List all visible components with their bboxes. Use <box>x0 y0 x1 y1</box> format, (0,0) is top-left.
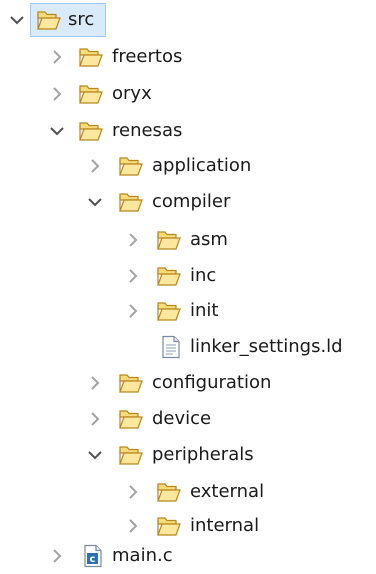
tree-item-label: oryx <box>112 83 152 104</box>
tree-row-src[interactable]: src <box>0 2 376 38</box>
folder-open-icon <box>119 446 143 465</box>
folder-icon <box>119 374 143 393</box>
tree-row-linker-settings[interactable]: linker_settings.ld <box>0 329 376 365</box>
folder-icon <box>119 157 143 176</box>
tree-row-init[interactable]: init <box>0 293 376 329</box>
tree-row-inc[interactable]: inc <box>0 258 376 294</box>
folder-icon <box>157 483 181 502</box>
folder-icon <box>157 267 181 286</box>
tree-item-label: asm <box>190 229 228 250</box>
folder-icon <box>79 48 103 67</box>
folder-icon <box>157 302 181 321</box>
chevron-down-icon[interactable] <box>48 122 66 140</box>
tree-row-external[interactable]: external <box>0 474 376 510</box>
folder-open-icon <box>119 193 143 212</box>
chevron-right-icon[interactable] <box>124 483 142 501</box>
tree-row-peripherals[interactable]: peripherals <box>0 437 376 473</box>
tree-item-label: configuration <box>152 372 272 393</box>
chevron-down-icon[interactable] <box>86 446 104 464</box>
folder-open-icon <box>79 122 103 141</box>
tree-item-label: freertos <box>112 46 183 67</box>
folder-icon <box>157 231 181 250</box>
chevron-right-icon[interactable] <box>86 374 104 392</box>
chevron-right-icon[interactable] <box>124 267 142 285</box>
folder-icon <box>119 410 143 429</box>
tree-item-label: linker_settings.ld <box>190 336 343 357</box>
tree-item-label: renesas <box>112 120 183 141</box>
project-explorer-tree: src freertos oryx renesas application co… <box>0 0 376 574</box>
c-source-file-icon: c <box>84 544 102 568</box>
chevron-down-icon[interactable] <box>8 11 26 29</box>
tree-item-label: peripherals <box>152 444 254 465</box>
chevron-right-icon[interactable] <box>48 48 66 66</box>
tree-row-main-c[interactable]: c main.c <box>0 538 376 574</box>
tree-row-freertos[interactable]: freertos <box>0 39 376 75</box>
tree-row-application[interactable]: application <box>0 148 376 184</box>
chevron-right-icon[interactable] <box>86 410 104 428</box>
chevron-right-icon[interactable] <box>124 302 142 320</box>
folder-open-icon <box>37 11 61 30</box>
tree-item-label: inc <box>190 265 217 286</box>
tree-item-label: external <box>190 481 265 502</box>
chevron-right-icon[interactable] <box>124 517 142 535</box>
tree-row-oryx[interactable]: oryx <box>0 76 376 112</box>
tree-row-device[interactable]: device <box>0 401 376 437</box>
chevron-right-icon[interactable] <box>48 85 66 103</box>
tree-item-label: init <box>190 300 219 321</box>
tree-item-label: application <box>152 155 252 176</box>
chevron-right-icon[interactable] <box>124 231 142 249</box>
chevron-right-icon[interactable] <box>86 157 104 175</box>
tree-row-renesas[interactable]: renesas <box>0 113 376 149</box>
tree-item-label: src <box>68 9 95 30</box>
svg-text:c: c <box>90 554 96 565</box>
folder-icon <box>79 85 103 104</box>
tree-item-label: device <box>152 408 212 429</box>
tree-row-compiler[interactable]: compiler <box>0 184 376 220</box>
folder-icon <box>157 517 181 536</box>
tree-item-label: main.c <box>112 545 173 566</box>
tree-row-asm[interactable]: asm <box>0 222 376 258</box>
chevron-down-icon[interactable] <box>86 193 104 211</box>
tree-item-label: compiler <box>152 191 231 212</box>
text-file-icon <box>162 335 180 359</box>
tree-row-configuration[interactable]: configuration <box>0 365 376 401</box>
chevron-right-icon[interactable] <box>48 547 66 565</box>
